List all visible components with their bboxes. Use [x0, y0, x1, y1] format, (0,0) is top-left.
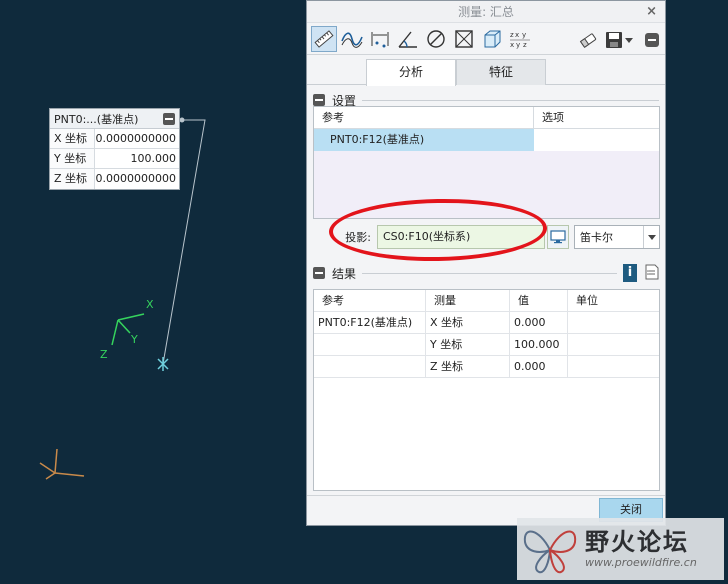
info-icon[interactable]: i — [623, 264, 637, 282]
watermark-text: 野火论坛 www.proewildfire.cn — [585, 528, 697, 570]
tab-analysis[interactable]: 分析 — [366, 59, 456, 86]
results-header-measure: 测量 — [426, 290, 510, 311]
result-ref — [314, 334, 426, 355]
area-icon[interactable] — [451, 26, 477, 52]
options-column-header: 选项 — [542, 111, 564, 124]
results-header-value: 值 — [510, 290, 568, 311]
results-section-header[interactable]: 结果 i — [307, 262, 665, 284]
triad-x-label: X — [146, 298, 154, 311]
chevron-down-icon[interactable] — [643, 226, 659, 248]
forum-watermark: 野火论坛 www.proewildfire.cn — [517, 518, 724, 580]
table-row[interactable]: PNT0:F12(基准点) X 坐标 0.000 — [314, 312, 659, 334]
watermark-url: www.proewildfire.cn — [585, 556, 697, 569]
reference-table-header: 参考 选项 — [314, 107, 659, 129]
result-measure: Y 坐标 — [426, 334, 510, 355]
save-icon[interactable] — [603, 27, 635, 53]
result-value: 100.000 — [510, 334, 568, 355]
projection-reference-field[interactable]: CS0:F10(坐标系) — [377, 225, 545, 249]
curve-length-icon[interactable] — [339, 26, 365, 52]
results-header-unit: 单位 — [576, 294, 598, 307]
ruler-icon[interactable] — [311, 25, 337, 52]
projection-label: 投影: — [345, 231, 371, 244]
result-unit — [568, 334, 659, 355]
angle-icon[interactable] — [395, 26, 421, 52]
watermark-title: 野火论坛 — [585, 528, 689, 556]
transform-icon[interactable]: zxyxyz — [507, 26, 533, 52]
butterfly-logo — [523, 530, 577, 574]
table-row[interactable]: Y 坐标 100.000 — [314, 334, 659, 356]
point-info-title: PNT0:...(基准点) — [54, 112, 139, 126]
result-ref — [314, 356, 426, 377]
dialog-tabs: 分析 特征 — [307, 59, 665, 86]
table-row[interactable]: Z 坐标 0.000 — [314, 356, 659, 378]
result-unit — [568, 312, 659, 333]
ref-column-header: 参考 — [314, 107, 534, 128]
coordinate-system-triad — [111, 313, 145, 346]
reference-table: 参考 选项 PNT0:F12(基准点) — [313, 106, 660, 219]
result-ref: PNT0:F12(基准点) — [314, 312, 426, 333]
dialog-title: 测量: 汇总 — [458, 5, 514, 19]
result-unit — [568, 356, 659, 377]
point-info-row: X 坐标 0.0000000000 — [50, 129, 179, 149]
svg-text:y: y — [522, 31, 526, 39]
distance-icon[interactable] — [367, 26, 393, 52]
point-info-value: 0.0000000000 — [95, 172, 176, 185]
point-info-row: Z 坐标 0.0000000000 — [50, 169, 179, 189]
result-measure: Z 坐标 — [426, 356, 510, 377]
point-info-value: 100.000 — [130, 152, 177, 165]
coordinate-type-select[interactable]: 笛卡尔 — [574, 225, 660, 249]
point-info-box[interactable]: PNT0:...(基准点) X 坐标 0.0000000000 Y 坐标 100… — [49, 108, 180, 190]
options-cell[interactable] — [534, 129, 659, 151]
collapse-icon[interactable] — [163, 112, 175, 125]
datum-point-marker — [157, 357, 169, 371]
monitor-icon[interactable] — [547, 225, 569, 249]
results-table-header: 参考 测量 值 单位 — [314, 290, 659, 312]
triad-z-label: Z — [100, 348, 108, 361]
results-header-ref: 参考 — [314, 290, 426, 311]
point-info-value: 0.0000000000 — [95, 132, 176, 145]
collapse-toolbar-icon[interactable] — [645, 33, 659, 47]
leader-anchor — [179, 117, 185, 123]
point-info-label: Z 坐标 — [50, 169, 95, 189]
details-icon[interactable] — [645, 264, 659, 283]
diameter-icon[interactable] — [423, 26, 449, 52]
dialog-title-bar[interactable]: 测量: 汇总 × — [307, 1, 665, 23]
result-value: 0.000 — [510, 312, 568, 333]
point-info-row: Y 坐标 100.000 — [50, 149, 179, 169]
measure-dialog: 测量: 汇总 × zxyxyz 分析 特征 设置 参考 选项 PNT0:F12(… — [306, 0, 666, 526]
projection-row: 投影: CS0:F10(坐标系) 笛卡尔 — [313, 223, 660, 251]
collapse-settings-icon[interactable] — [313, 94, 325, 106]
svg-text:x: x — [515, 31, 519, 39]
svg-text:z: z — [523, 41, 527, 49]
result-value: 0.000 — [510, 356, 568, 377]
results-table: 参考 测量 值 单位 PNT0:F12(基准点) X 坐标 0.000 Y 坐标… — [313, 289, 660, 491]
default-csys-triad — [39, 448, 85, 480]
collapse-results-icon[interactable] — [313, 267, 325, 279]
point-info-label: X 坐标 — [50, 129, 95, 148]
eraser-icon[interactable] — [575, 27, 601, 53]
section-divider — [362, 272, 617, 274]
point-info-header[interactable]: PNT0:...(基准点) — [50, 109, 179, 129]
triad-y-label: Y — [131, 333, 138, 346]
svg-text:z: z — [510, 31, 514, 39]
point-info-label: Y 坐标 — [50, 149, 95, 168]
coordinate-type-value: 笛卡尔 — [580, 231, 613, 244]
results-title: 结果 — [332, 266, 357, 281]
close-icon[interactable]: × — [646, 1, 657, 23]
toolbar-right-group — [575, 27, 659, 53]
tab-feature[interactable]: 特征 — [456, 59, 546, 85]
volume-icon[interactable] — [479, 26, 505, 52]
svg-text:y: y — [516, 41, 520, 49]
svg-text:x: x — [510, 41, 514, 49]
section-divider — [362, 99, 659, 101]
result-measure: X 坐标 — [426, 312, 510, 333]
reference-row-selected[interactable]: PNT0:F12(基准点) — [314, 129, 659, 151]
measure-toolbar: zxyxyz — [307, 23, 665, 55]
reference-cell[interactable]: PNT0:F12(基准点) — [314, 129, 534, 151]
